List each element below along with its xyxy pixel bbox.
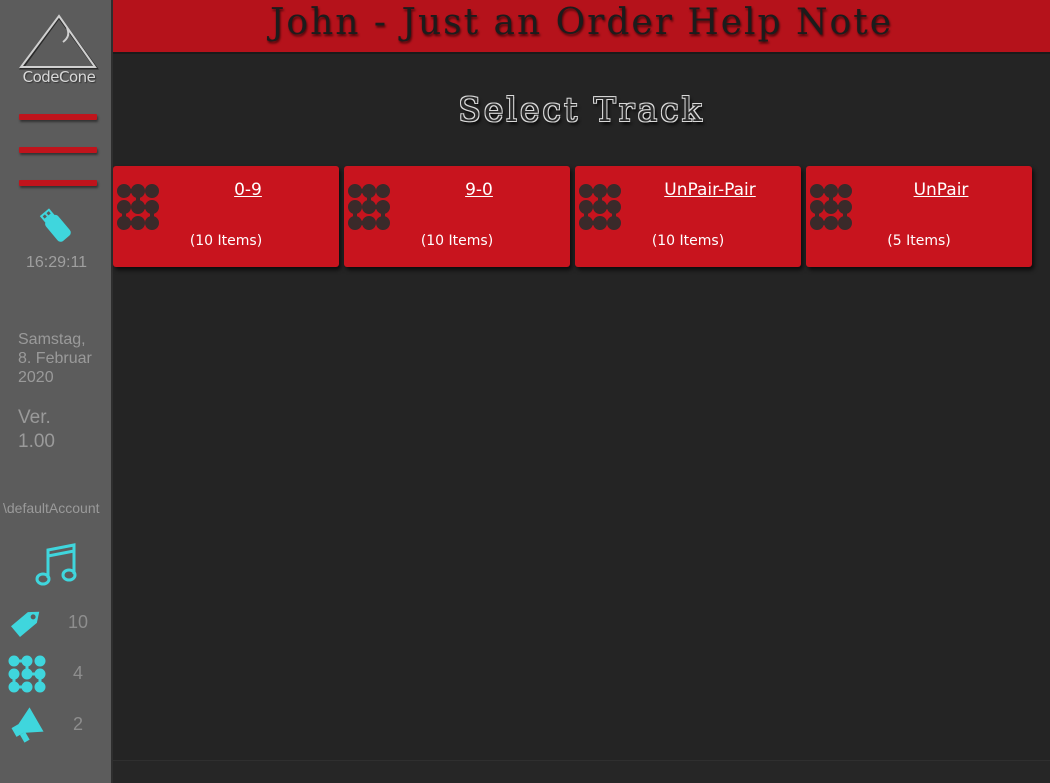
megaphone-icon[interactable]	[8, 706, 46, 744]
bottom-strip	[113, 760, 1050, 783]
track-grid-icon	[810, 184, 852, 230]
dots-grid-icon[interactable]	[8, 655, 46, 693]
version-value: 1.00	[18, 431, 55, 452]
track-item-count: (10 Items)	[651, 233, 725, 249]
date-weekday: Samstag,	[18, 331, 86, 348]
version-info: Ver. 1.00	[18, 406, 98, 454]
usb-stick-icon[interactable]	[38, 206, 74, 246]
date-display: Samstag, 8. Februar 2020	[18, 330, 110, 387]
track-card-9-0[interactable]: 9-0 (10 Items)	[344, 166, 570, 267]
track-name[interactable]: 0-9	[163, 180, 333, 200]
stat-count-tags: 10	[67, 612, 89, 632]
app-logo: CodeCone	[18, 14, 100, 86]
track-card-unpair-pair[interactable]: UnPair-Pair (10 Items)	[575, 166, 801, 267]
page-title: John - Just an Order Help Note	[270, 2, 893, 43]
menu-button-3[interactable]	[19, 180, 97, 186]
track-name[interactable]: UnPair-Pair	[625, 180, 795, 200]
track-name[interactable]: UnPair	[856, 180, 1026, 200]
header-bar: John - Just an Order Help Note	[113, 0, 1050, 54]
date-year: 2020	[18, 369, 54, 386]
track-item-count: (5 Items)	[887, 233, 951, 249]
track-grid-icon	[348, 184, 390, 230]
date-day-month: 8. Februar	[18, 350, 92, 367]
track-item-count: (10 Items)	[189, 233, 263, 249]
track-card-unpair[interactable]: UnPair (5 Items)	[806, 166, 1032, 267]
track-grid-icon	[117, 184, 159, 230]
logo-text: CodeCone	[22, 68, 96, 86]
menu-button-2[interactable]	[19, 147, 97, 153]
track-grid-icon	[579, 184, 621, 230]
section-title: Select Track	[458, 90, 705, 129]
tag-icon[interactable]	[8, 603, 46, 641]
version-label: Ver.	[18, 407, 51, 428]
music-note-icon[interactable]	[34, 542, 80, 588]
clock-time: 16:29:11	[25, 254, 88, 271]
stat-count-tracks: 4	[72, 663, 83, 683]
track-name[interactable]: 9-0	[394, 180, 564, 200]
account-name: \defaultAccount	[3, 500, 100, 516]
track-card-0-9[interactable]: 0-9 (10 Items)	[113, 166, 339, 267]
track-item-count: (10 Items)	[420, 233, 494, 249]
sidebar: CodeCone 16:29:11 Samstag, 8. Februar 20…	[0, 0, 113, 783]
menu-button-1[interactable]	[19, 114, 97, 120]
stat-count-announcements: 2	[72, 714, 83, 734]
logo-triangle-icon	[19, 14, 99, 70]
